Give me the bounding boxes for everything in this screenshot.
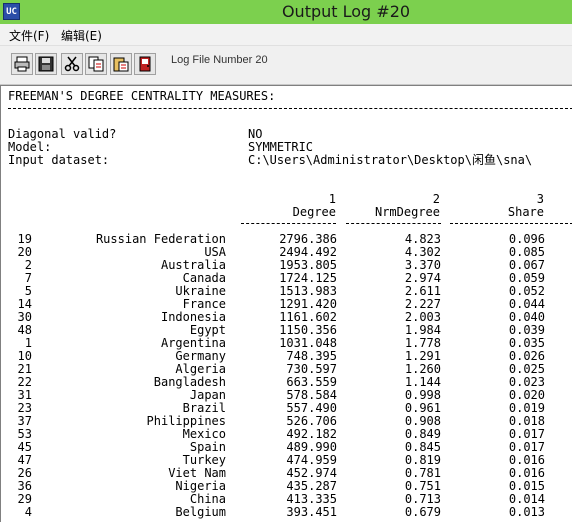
node-id: 4 bbox=[24, 505, 32, 519]
log-file-label: Log File Number 20 bbox=[171, 54, 268, 66]
col-head-nrmdegree: NrmDegree bbox=[374, 205, 440, 219]
col-head-degree: Degree bbox=[292, 205, 336, 219]
menu-bar: 文件(F) 编辑(E) bbox=[0, 24, 572, 46]
input-label: Input dataset: bbox=[8, 153, 110, 167]
title-bar: UC Output Log #20 bbox=[0, 0, 572, 24]
node-name: Belgium bbox=[175, 505, 226, 519]
col-head-share: Share bbox=[507, 205, 544, 219]
exit-button[interactable] bbox=[134, 53, 156, 75]
copy-button[interactable] bbox=[85, 53, 107, 75]
save-button[interactable] bbox=[35, 53, 57, 75]
menu-edit[interactable]: 编辑(E) bbox=[61, 27, 102, 44]
exit-door-icon bbox=[139, 56, 151, 72]
toolbar: Log File Number 20 bbox=[0, 46, 572, 85]
nrmdegree-value: 0.679 bbox=[404, 505, 441, 519]
cut-button[interactable] bbox=[61, 53, 83, 75]
input-value: C:\Users\Administrator\Desktop\闲鱼\sna\ bbox=[248, 153, 533, 167]
floppy-disk-icon bbox=[38, 56, 54, 72]
paste-icon bbox=[113, 57, 129, 72]
heading-divider bbox=[8, 108, 572, 109]
copy-icon bbox=[88, 56, 104, 72]
share-value: 0.013 bbox=[508, 505, 545, 519]
scissors-icon bbox=[64, 56, 80, 72]
degree-divider bbox=[241, 223, 336, 224]
log-heading: FREEMAN'S DEGREE CENTRALITY MEASURES: bbox=[8, 89, 276, 103]
table-row: 4 Belgium 393.451 0.679 0.013 bbox=[1, 506, 572, 519]
print-button[interactable] bbox=[11, 53, 33, 75]
degree-value: 393.451 bbox=[286, 505, 337, 519]
window-title: Output Log #20 bbox=[281, 2, 411, 21]
printer-icon bbox=[14, 56, 30, 72]
menu-file[interactable]: 文件(F) bbox=[9, 27, 49, 44]
nrmdegree-divider bbox=[346, 223, 441, 224]
paste-button[interactable] bbox=[110, 53, 132, 75]
log-output-area[interactable]: FREEMAN'S DEGREE CENTRALITY MEASURES: Di… bbox=[0, 85, 572, 522]
share-divider bbox=[450, 223, 572, 224]
